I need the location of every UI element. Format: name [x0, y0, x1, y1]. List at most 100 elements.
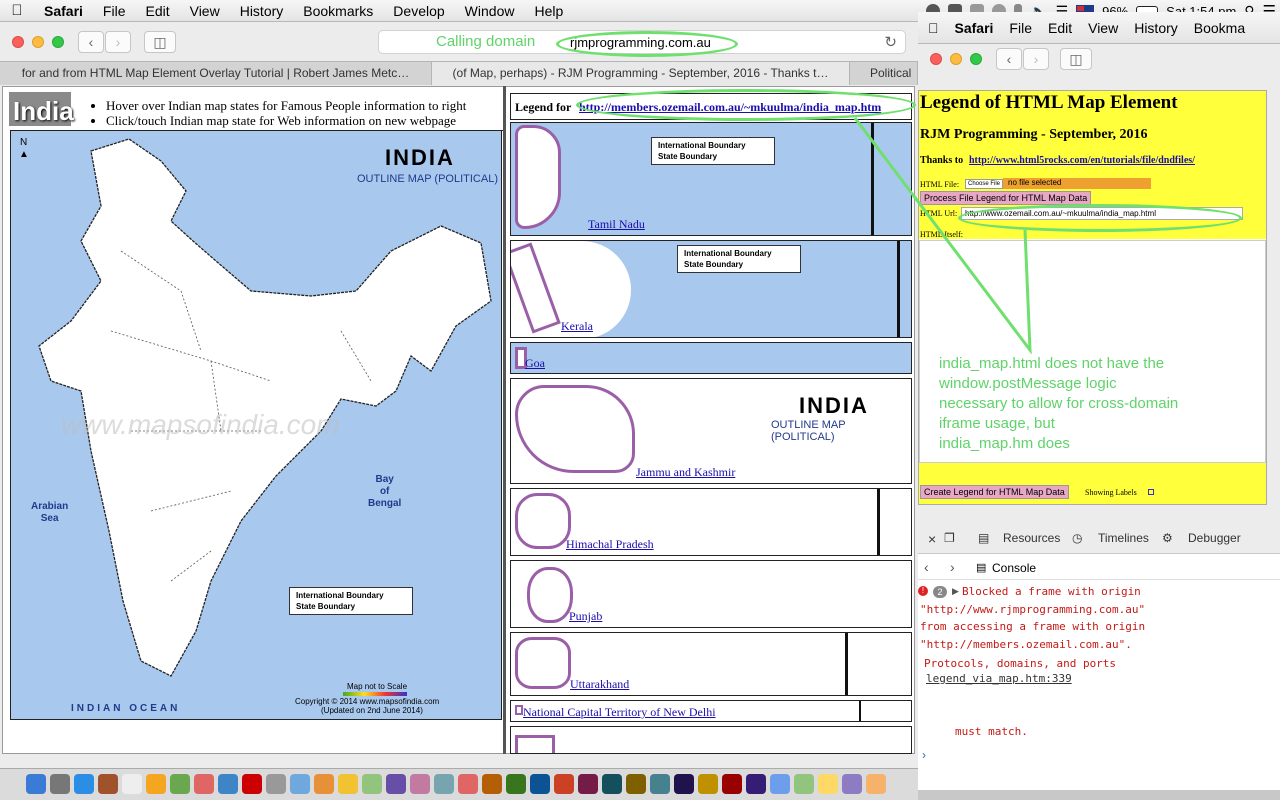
dock-app-icon[interactable]: [362, 774, 382, 794]
dock-app-icon[interactable]: [386, 774, 406, 794]
legend-item-partial[interactable]: [510, 726, 912, 754]
dock-app-icon[interactable]: [26, 774, 46, 794]
tab-timelines[interactable]: Timelines: [1098, 531, 1149, 545]
dock-app-icon[interactable]: [722, 774, 742, 794]
dock-app-icon[interactable]: [146, 774, 166, 794]
legend-item-new-delhi[interactable]: National Capital Territory of New Delhi: [510, 700, 912, 722]
debugger-icon[interactable]: ⚙: [1162, 531, 1173, 545]
legend-link-new-delhi[interactable]: National Capital Territory of New Delhi: [523, 705, 716, 720]
create-legend-button[interactable]: Create Legend for HTML Map Data: [920, 485, 1069, 499]
legend-item-punjab[interactable]: Punjab: [510, 560, 912, 628]
menu-history[interactable]: History: [230, 3, 294, 19]
menu-app[interactable]: Safari: [955, 20, 994, 36]
legend-link-tamil-nadu[interactable]: Tamil Nadu: [588, 217, 645, 232]
dock-app-icon[interactable]: [578, 774, 598, 794]
menu-bookmarks[interactable]: Bookmarks: [293, 3, 383, 19]
legend-link-kerala[interactable]: Kerala: [561, 319, 593, 334]
dock-app-icon[interactable]: [506, 774, 526, 794]
console-label[interactable]: Console: [992, 561, 1036, 575]
minimize-window-button[interactable]: [32, 36, 44, 48]
dock-app-icon[interactable]: [794, 774, 814, 794]
dock-app-icon[interactable]: [194, 774, 214, 794]
legend-link-goa[interactable]: Goa: [525, 356, 545, 371]
showing-labels-checkbox[interactable]: [1148, 489, 1154, 495]
apple-menu-icon[interactable]: : [0, 2, 34, 19]
dock-app-icon[interactable]: [770, 774, 790, 794]
resources-icon[interactable]: ▤: [978, 531, 989, 545]
legend-link-punjab[interactable]: Punjab: [569, 609, 602, 624]
back-button[interactable]: ‹: [996, 48, 1022, 70]
menu-edit[interactable]: Edit: [1048, 20, 1072, 36]
dock-app-icon[interactable]: [842, 774, 862, 794]
close-inspector-icon[interactable]: ×: [928, 531, 936, 547]
menu-history[interactable]: History: [1134, 20, 1178, 36]
dock-app-icon[interactable]: [818, 774, 838, 794]
console-prompt-icon[interactable]: ›: [922, 748, 926, 762]
dock-app-icon[interactable]: [746, 774, 766, 794]
dock-app-icon[interactable]: [698, 774, 718, 794]
back-button[interactable]: ‹: [78, 31, 104, 53]
expand-error-icon[interactable]: ▶: [952, 586, 959, 597]
legend-link-jammu-kashmir[interactable]: Jammu and Kashmir: [636, 465, 735, 480]
tab-debugger[interactable]: Debugger: [1188, 531, 1241, 545]
reload-icon[interactable]: ↻: [884, 33, 897, 51]
zoom-window-button[interactable]: [52, 36, 64, 48]
dock-app-icon[interactable]: [530, 774, 550, 794]
india-map-image[interactable]: N ▲ INDIA OUTLINE MAP (POLITICAL) Arabia…: [10, 130, 502, 720]
dock-app-icon[interactable]: [410, 774, 430, 794]
dock-app-icon[interactable]: [218, 774, 238, 794]
menu-app[interactable]: Safari: [34, 3, 93, 19]
dock-app-icon[interactable]: [290, 774, 310, 794]
tab-resources[interactable]: Resources: [1003, 531, 1060, 545]
dock-app-icon[interactable]: [242, 774, 262, 794]
dock-app-icon[interactable]: [122, 774, 142, 794]
dock-app-icon[interactable]: [170, 774, 190, 794]
tab-rjm-programming[interactable]: (of Map, perhaps) - RJM Programming - Se…: [432, 61, 850, 85]
dock-app-icon[interactable]: [650, 774, 670, 794]
dock-app-icon[interactable]: [74, 774, 94, 794]
console-back-icon[interactable]: ‹: [924, 559, 929, 575]
dock-app-icon[interactable]: [602, 774, 622, 794]
legend-link-uttarakhand[interactable]: Uttarakhand: [570, 677, 629, 692]
dock-app-icon[interactable]: [50, 774, 70, 794]
dock-app-icon[interactable]: [482, 774, 502, 794]
dock-app-icon[interactable]: [554, 774, 574, 794]
dock-app-icon[interactable]: [458, 774, 478, 794]
dock-app-icon[interactable]: [98, 774, 118, 794]
tab-map-overlay-tutorial[interactable]: for and from HTML Map Element Overlay Tu…: [0, 61, 432, 85]
menu-view[interactable]: View: [1088, 20, 1118, 36]
menu-file[interactable]: File: [93, 3, 136, 19]
forward-button[interactable]: ›: [1023, 48, 1049, 70]
dock-app-icon[interactable]: [338, 774, 358, 794]
dock-app-icon[interactable]: [314, 774, 334, 794]
menu-edit[interactable]: Edit: [135, 3, 179, 19]
console-forward-icon[interactable]: ›: [950, 559, 955, 575]
menu-window[interactable]: Window: [455, 3, 525, 19]
minimize-window-button[interactable]: [950, 53, 962, 65]
menu-view[interactable]: View: [180, 3, 230, 19]
dock-app-icon[interactable]: [434, 774, 454, 794]
forward-button[interactable]: ›: [105, 31, 131, 53]
menu-bookmarks[interactable]: Bookma: [1194, 20, 1245, 36]
dock-app-icon[interactable]: [866, 774, 886, 794]
timelines-icon[interactable]: ◷: [1072, 531, 1082, 545]
close-window-button[interactable]: [12, 36, 24, 48]
dock-app-icon[interactable]: [674, 774, 694, 794]
legend-item-uttarakhand[interactable]: Uttarakhand: [510, 632, 912, 696]
close-window-button[interactable]: [930, 53, 942, 65]
dock-inspector-icon[interactable]: ❐: [944, 531, 955, 545]
apple-menu-icon[interactable]: : [928, 20, 939, 36]
legend-item-jammu-kashmir[interactable]: INDIA OUTLINE MAP (POLITICAL) Jammu and …: [510, 378, 912, 484]
legend-item-himachal-pradesh[interactable]: Himachal Pradesh: [510, 488, 912, 556]
menu-develop[interactable]: Develop: [383, 3, 454, 19]
menu-file[interactable]: File: [1009, 20, 1032, 36]
zoom-window-button[interactable]: [970, 53, 982, 65]
menu-help[interactable]: Help: [524, 3, 573, 19]
tab-political[interactable]: Political: [850, 61, 918, 85]
dock-app-icon[interactable]: [266, 774, 286, 794]
legend-link-himachal-pradesh[interactable]: Himachal Pradesh: [566, 537, 654, 552]
sidebar-toggle-icon[interactable]: ◫: [1060, 48, 1092, 70]
dock-app-icon[interactable]: [626, 774, 646, 794]
sidebar-toggle-icon[interactable]: ◫: [144, 31, 176, 53]
console-source-link[interactable]: legend_via_map.htm:339: [926, 672, 1072, 685]
